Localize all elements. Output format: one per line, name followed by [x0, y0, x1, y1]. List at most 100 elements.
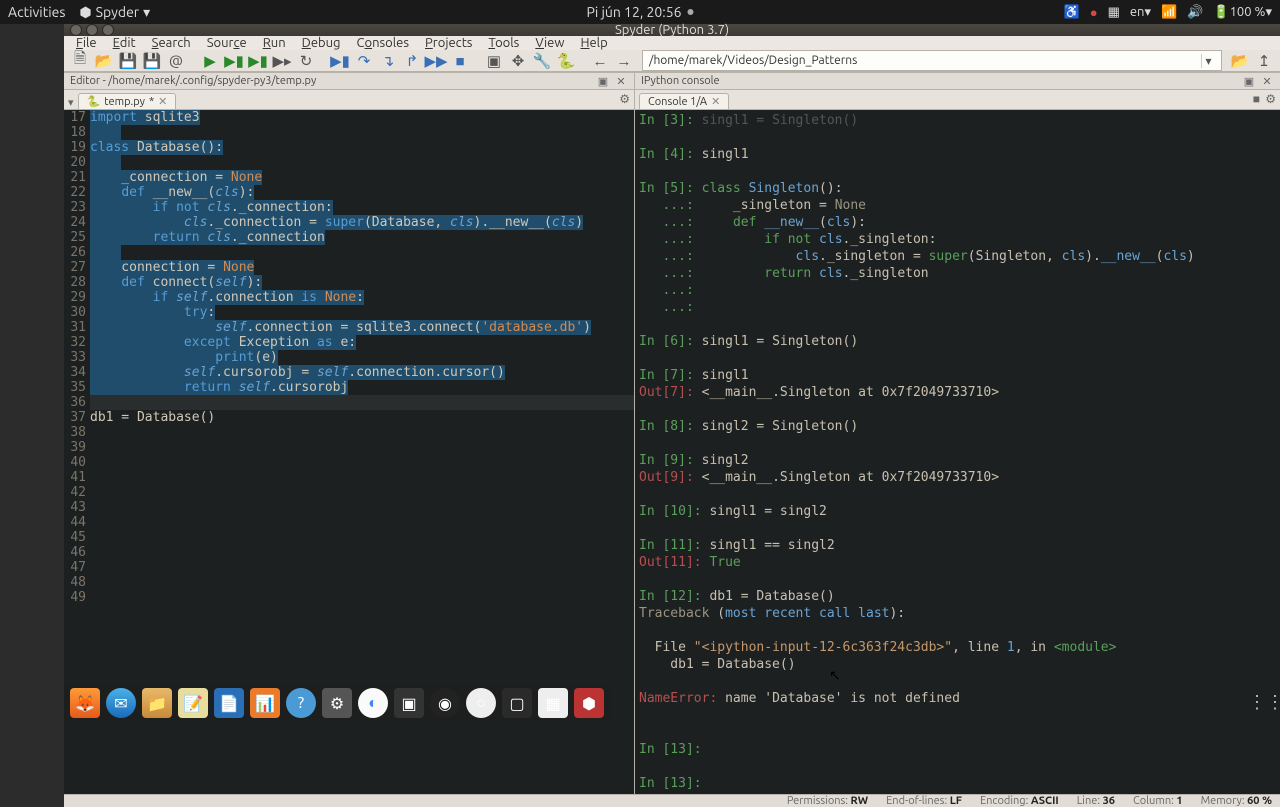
working-dir-input[interactable]: /home/marek/Videos/Design_Patterns ▾: [642, 50, 1222, 71]
chevron-down-icon: ▾: [143, 4, 150, 21]
perm-value: RW: [851, 795, 869, 807]
forward-button[interactable]: →: [614, 51, 634, 71]
mem-label: Memory:: [1201, 795, 1245, 807]
run-button[interactable]: ▶: [200, 51, 220, 71]
menu-debug[interactable]: Debug: [294, 36, 349, 50]
line-label: Line:: [1077, 795, 1100, 807]
run-cell-button[interactable]: ▶▮: [224, 51, 244, 71]
pane-close-icon[interactable]: ✕: [1260, 74, 1274, 88]
prompt: In [9]:: [639, 453, 694, 468]
console-tabrow: Console 1/A ✕ ⚙ ■: [635, 90, 1280, 110]
stop-button[interactable]: ■: [450, 51, 470, 71]
browse-dir-icon[interactable]: 📂: [1230, 51, 1250, 71]
menu-view[interactable]: View: [527, 36, 572, 50]
back-button[interactable]: ←: [590, 51, 610, 71]
prompt: In [11]:: [639, 538, 702, 553]
editor-header: Editor - /home/marek/.config/spyder-py3/…: [64, 72, 634, 90]
dock-notes[interactable]: 📝: [178, 688, 208, 718]
dock-chrome[interactable]: ◐: [358, 688, 388, 718]
menu-run[interactable]: Run: [255, 36, 294, 50]
prompt: In [13]:: [639, 776, 702, 791]
chevron-down-icon[interactable]: ▾: [1201, 54, 1215, 68]
window-titlebar[interactable]: Spyder (Python 3.7): [64, 24, 1280, 36]
prompt: In [5]:: [639, 181, 694, 196]
prompt: In [13]:: [639, 742, 702, 757]
editor-tab-label: temp.py: [104, 96, 145, 108]
step-in-button[interactable]: ↴: [378, 51, 398, 71]
out-prompt: Out[11]:: [639, 555, 702, 570]
gear-icon[interactable]: ⚙: [1265, 92, 1276, 106]
dock-app3[interactable]: ▦: [538, 688, 568, 718]
record-icon[interactable]: ●: [1090, 5, 1098, 20]
menu-projects[interactable]: Projects: [417, 36, 480, 50]
run-selection-button[interactable]: ▶▸: [272, 51, 292, 71]
console-tab[interactable]: Console 1/A ✕: [639, 93, 729, 109]
dock-help[interactable]: ?: [286, 688, 316, 718]
wifi-icon[interactable]: 📶: [1161, 5, 1177, 20]
clock-text: Pi jún 12, 20:56: [586, 4, 681, 20]
dock-thunderbird[interactable]: ✉: [106, 688, 136, 718]
volume-icon[interactable]: 🔊: [1187, 5, 1203, 20]
menu-search[interactable]: Search: [144, 36, 199, 50]
window-min-button[interactable]: [86, 24, 98, 36]
continue-button[interactable]: ▶▶: [426, 51, 446, 71]
open-file-icon[interactable]: 📂: [94, 51, 114, 71]
dock-settings[interactable]: ⚙: [322, 688, 352, 718]
debug-button[interactable]: ▶▮: [330, 51, 350, 71]
pane-options-icon[interactable]: ▣: [1242, 74, 1256, 88]
prompt: In [4]:: [639, 147, 694, 162]
show-apps-icon[interactable]: ⋮⋮⋮: [1248, 692, 1270, 714]
maximize-pane-icon[interactable]: ▣: [484, 51, 504, 71]
prompt: In [3]:: [639, 113, 694, 128]
parent-dir-icon[interactable]: ↥: [1254, 51, 1274, 71]
app-menu[interactable]: ⬢ Spyder ▾: [79, 4, 150, 21]
rerun-button[interactable]: ↻: [296, 51, 316, 71]
lang-indicator[interactable]: en ▾: [1130, 5, 1151, 20]
menu-tools[interactable]: Tools: [480, 36, 527, 50]
gear-icon[interactable]: ⚙: [619, 92, 630, 106]
editor-tab-temp[interactable]: 🐍 temp.py * ✕: [78, 93, 177, 109]
battery-text: 100 %: [1230, 5, 1266, 19]
menu-source[interactable]: Source: [199, 36, 255, 50]
menu-help[interactable]: Help: [572, 36, 615, 50]
enc-label: Encoding:: [980, 795, 1028, 807]
accessibility-icon[interactable]: ♿: [1064, 5, 1080, 20]
dock-spyder[interactable]: ⬢: [574, 688, 604, 718]
menu-consoles[interactable]: Consoles: [349, 36, 417, 50]
stop-kernel-icon[interactable]: ■: [1253, 92, 1260, 106]
calendar-icon[interactable]: ▦: [1108, 5, 1120, 20]
pane-close-icon[interactable]: ✕: [614, 74, 628, 88]
close-icon[interactable]: ✕: [158, 95, 167, 108]
dock-terminal[interactable]: ▢: [502, 688, 532, 718]
ipython-console[interactable]: In [3]: singl1 = Singleton() In [4]: sin…: [635, 110, 1280, 794]
editor-header-text: Editor - /home/marek/.config/spyder-py3/…: [70, 75, 316, 87]
window-close-button[interactable]: [70, 24, 82, 36]
dock-firefox[interactable]: 🦊: [70, 688, 100, 718]
prefs-icon[interactable]: 🔧: [532, 51, 552, 71]
step-over-button[interactable]: ↷: [354, 51, 374, 71]
save-file-icon[interactable]: 💾: [118, 51, 138, 71]
save-all-icon[interactable]: 💾: [142, 51, 162, 71]
activities-button[interactable]: Activities: [8, 4, 65, 20]
menu-edit[interactable]: Edit: [105, 36, 144, 50]
dock-app2[interactable]: ○: [466, 688, 496, 718]
clock[interactable]: Pi jún 12, 20:56: [586, 4, 693, 20]
run-cell-advance-button[interactable]: ▶▮: [248, 51, 268, 71]
python-path-icon[interactable]: 🐍: [556, 51, 576, 71]
close-icon[interactable]: ✕: [711, 95, 720, 108]
tab-list-icon[interactable]: ▾: [68, 96, 74, 109]
print-icon[interactable]: @: [166, 51, 186, 71]
dock-app1[interactable]: ▣: [394, 688, 424, 718]
new-file-icon[interactable]: 🗎: [70, 51, 90, 71]
pane-options-icon[interactable]: ▣: [596, 74, 610, 88]
dock-obs[interactable]: ◉: [430, 688, 460, 718]
console-pane: IPython console ▣ ✕ Console 1/A ✕ ⚙ ■ In…: [634, 72, 1280, 794]
dock-files[interactable]: 📁: [142, 688, 172, 718]
fullscreen-icon[interactable]: ✥: [508, 51, 528, 71]
window-max-button[interactable]: [102, 24, 114, 36]
battery-icon[interactable]: 🔋 100 % ▾: [1213, 5, 1272, 20]
step-out-button[interactable]: ↱: [402, 51, 422, 71]
out-prompt: Out[9]:: [639, 470, 694, 485]
dock-writer[interactable]: 📄: [214, 688, 244, 718]
dock-impress[interactable]: 📊: [250, 688, 280, 718]
